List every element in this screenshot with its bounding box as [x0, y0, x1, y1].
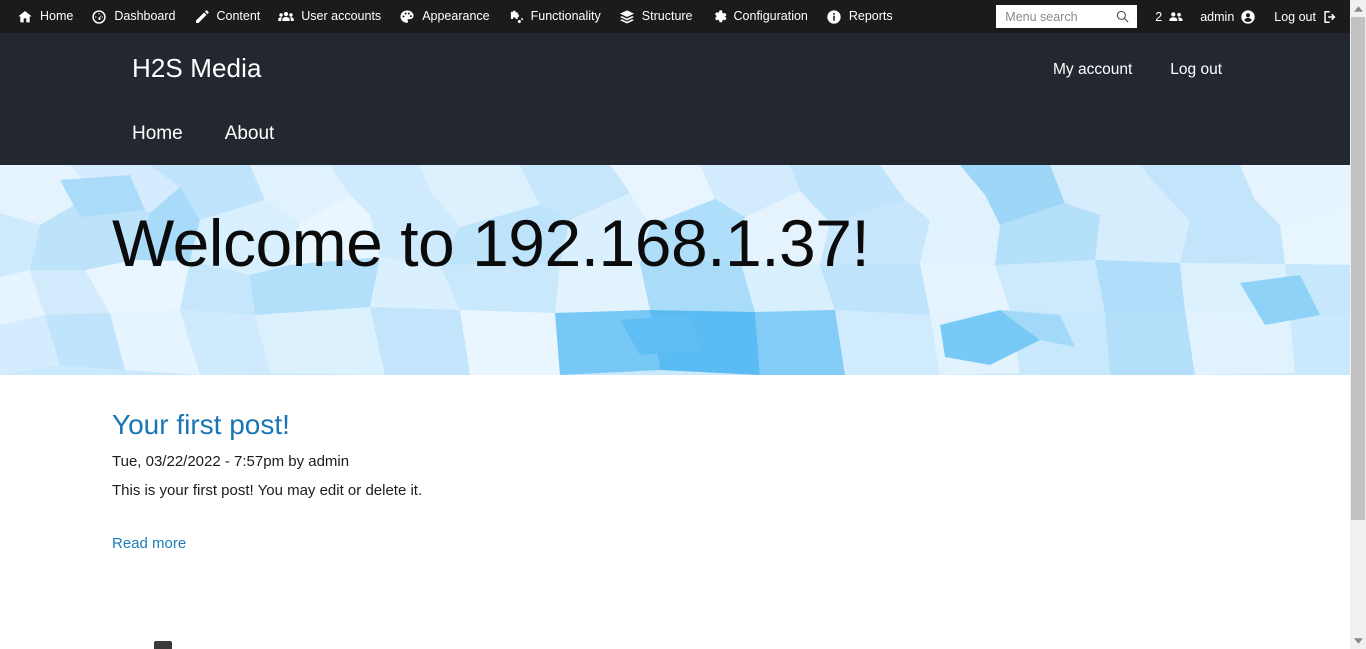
nav-item-about[interactable]: About [225, 123, 275, 145]
toolbar-item-label: Appearance [422, 9, 490, 24]
read-more-link[interactable]: Read more [112, 535, 186, 552]
toolbar-logout-button[interactable]: Log out [1264, 9, 1344, 25]
toolbar-item-functionality[interactable]: Functionality [499, 0, 610, 33]
users-icon [278, 9, 295, 25]
toolbar-item-label: Home [40, 9, 74, 24]
account-label: admin [1200, 9, 1235, 24]
scrollbar-thumb[interactable] [1351, 17, 1365, 520]
comment-icon [150, 641, 180, 649]
palette-icon [399, 9, 415, 25]
toolbar-item-configuration[interactable]: Configuration [702, 0, 817, 33]
chevron-down-icon [1353, 637, 1363, 644]
logout-icon [1322, 9, 1338, 25]
toolbar-right-group: 2 admin [996, 0, 1350, 33]
home-icon [17, 9, 33, 25]
toolbar-item-label: Dashboard [114, 9, 176, 24]
toolbar-item-label: Structure [641, 9, 693, 24]
hero-title: Welcome to 192.168.1.37! [112, 206, 870, 280]
search-icon [1115, 9, 1130, 24]
page-root: Home Dashboard Content User accounts App… [0, 0, 1366, 649]
toolbar-item-structure[interactable]: Structure [610, 0, 702, 33]
main-content: Your first post! Tue, 03/22/2022 - 7:57p… [0, 375, 1350, 649]
toolbar-item-content[interactable]: Content [185, 0, 270, 33]
scroll-up-button[interactable] [1350, 0, 1366, 17]
account-links: My account Log out [1053, 61, 1222, 79]
menu-search-input[interactable] [1003, 6, 1119, 27]
post-article: Your first post! Tue, 03/22/2022 - 7:57p… [112, 408, 1212, 553]
toolbar-item-label: Content [216, 9, 261, 24]
vertical-scrollbar[interactable] [1350, 0, 1366, 649]
toolbar-item-home[interactable]: Home [8, 0, 82, 33]
nav-item-home[interactable]: Home [132, 123, 183, 145]
toolbar-item-appearance[interactable]: Appearance [390, 0, 498, 33]
account-indicator[interactable]: admin [1190, 9, 1264, 25]
chevron-up-icon [1353, 5, 1363, 12]
gear-icon [711, 9, 727, 25]
post-title-link[interactable]: Your first post! [112, 408, 290, 442]
post-body: This is your first post! You may edit or… [112, 481, 423, 499]
toolbar-item-reports[interactable]: Reports [817, 0, 902, 33]
users-online-count: 2 [1155, 9, 1163, 24]
toolbar-item-label: Configuration [733, 9, 808, 24]
hero-banner: Welcome to 192.168.1.37! [0, 165, 1350, 375]
toolbar-item-dashboard[interactable]: Dashboard [82, 0, 184, 33]
pencil-icon [194, 9, 210, 25]
people-icon [1168, 9, 1184, 25]
main-navigation: Home About [132, 123, 274, 145]
toolbar-item-label: Functionality [530, 9, 601, 24]
info-icon [826, 9, 842, 25]
header-logout-link[interactable]: Log out [1170, 61, 1222, 79]
toolbar-item-user-accounts[interactable]: User accounts [269, 0, 390, 33]
toolbar-item-label: User accounts [301, 9, 382, 24]
site-name[interactable]: H2S Media [132, 53, 262, 84]
menu-search-wrapper[interactable] [996, 5, 1138, 28]
admin-toolbar: Home Dashboard Content User accounts App… [0, 0, 1350, 33]
scroll-down-button[interactable] [1350, 632, 1366, 649]
toolbar-item-label: Reports [848, 9, 893, 24]
users-online-indicator[interactable]: 2 [1149, 9, 1190, 25]
site-header: H2S Media My account Log out Home About [0, 33, 1350, 165]
puzzle-icon [508, 9, 524, 25]
my-account-link[interactable]: My account [1053, 61, 1132, 79]
layers-icon [619, 9, 635, 25]
toolbar-logout-label: Log out [1274, 9, 1316, 24]
user-circle-icon [1240, 9, 1256, 25]
post-meta: Tue, 03/22/2022 - 7:57pm by admin [112, 452, 350, 470]
dashboard-icon [91, 9, 107, 25]
